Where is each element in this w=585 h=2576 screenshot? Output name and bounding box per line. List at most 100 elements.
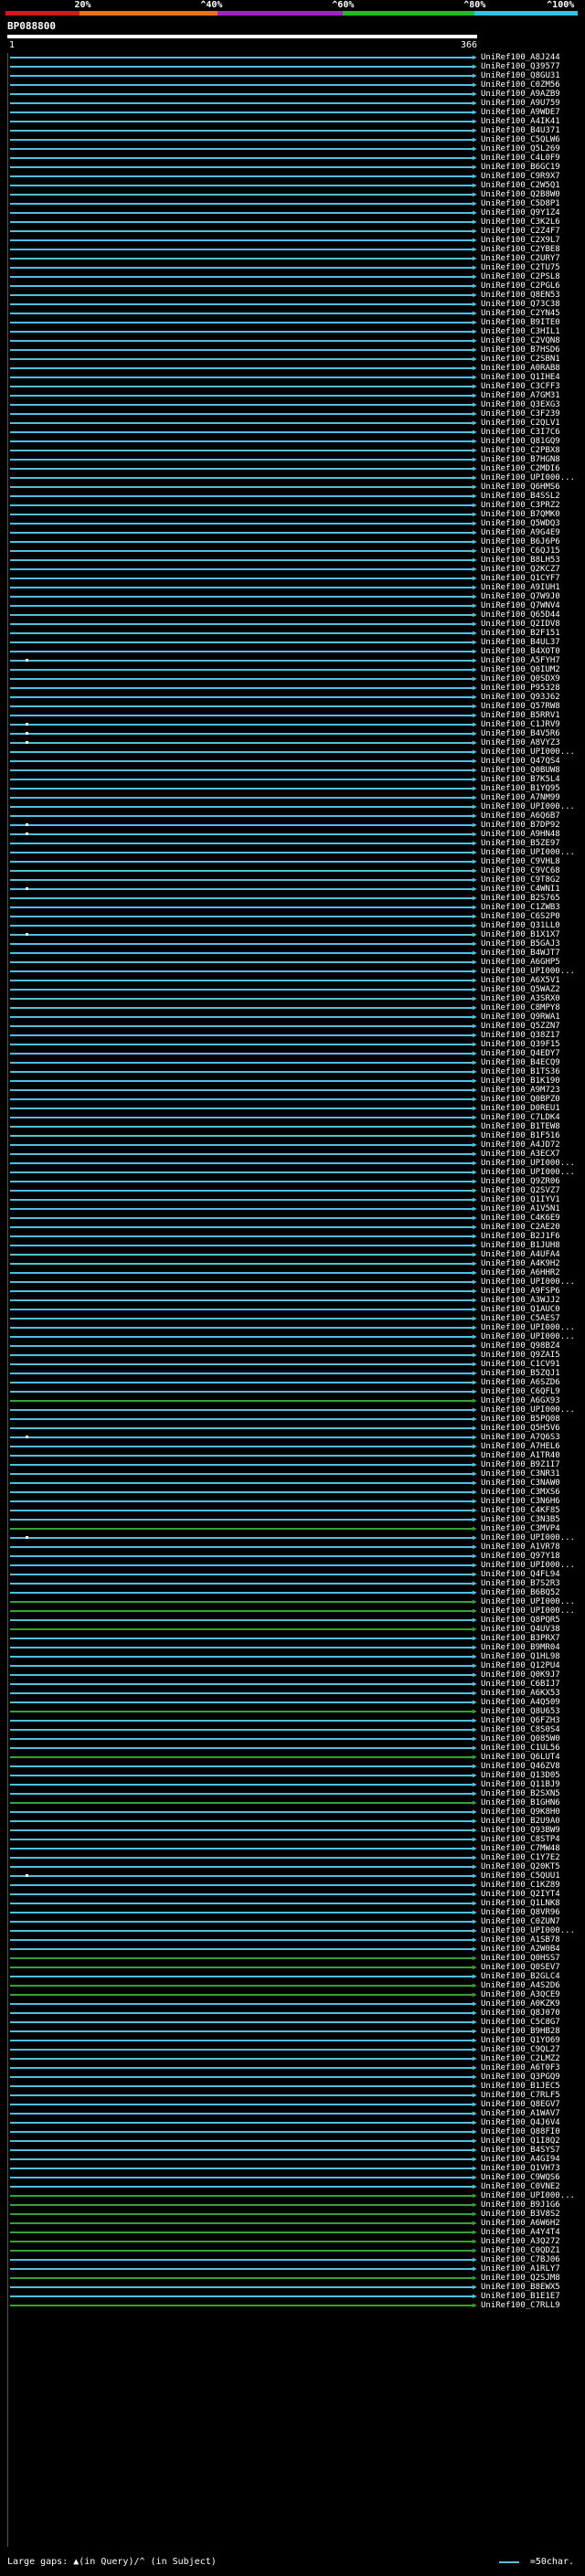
hit-label-link[interactable]: UniRef100_Q5WAZ2	[481, 985, 560, 994]
hit-label-link[interactable]: UniRef100_UPI000...	[481, 1168, 575, 1177]
hit-label-link[interactable]: UniRef100_C7RLF5	[481, 2091, 560, 2100]
hit-label-link[interactable]: UniRef100_B8EWX5	[481, 2283, 560, 2292]
hit-label-link[interactable]: UniRef100_C3HIL1	[481, 327, 560, 336]
hit-row[interactable]: ▶ UniRef100_Q1I8Q2	[0, 2136, 585, 2146]
hit-row[interactable]: ▶ UniRef100_C9WQS6	[0, 2173, 585, 2182]
hit-row[interactable]: ▶ UniRef100_B9J1G6	[0, 2200, 585, 2210]
hit-row[interactable]: ▶ UniRef100_C3I7C6	[0, 428, 585, 437]
hit-row[interactable]: ▶ UniRef100_Q0K9J7	[0, 1670, 585, 1680]
hit-label-link[interactable]: UniRef100_A9HN48	[481, 830, 560, 839]
hit-row[interactable]: ▶ UniRef100_Q2IDV8	[0, 620, 585, 629]
hit-label-link[interactable]: UniRef100_B6BQ52	[481, 1588, 560, 1597]
hit-row[interactable]: ▶ UniRef100_B5PQ08	[0, 1415, 585, 1424]
hit-label-link[interactable]: UniRef100_Q1VH73	[481, 2164, 560, 2173]
hit-row[interactable]: ▶ UniRef100_Q0HSS7	[0, 1954, 585, 1963]
hit-row[interactable]: ▶ UniRef100_Q39577	[0, 62, 585, 71]
hit-label-link[interactable]: UniRef100_C2YBE8	[481, 245, 560, 254]
hit-label-link[interactable]: UniRef100_C4L0F9	[481, 154, 560, 163]
hit-row[interactable]: ▶ UniRef100_A7GM31	[0, 391, 585, 400]
hit-label-link[interactable]: UniRef100_Q81GQ9	[481, 437, 560, 446]
hit-label-link[interactable]: UniRef100_A4JD72	[481, 1140, 560, 1150]
hit-row[interactable]: ▶ UniRef100_Q5WDQ3	[0, 519, 585, 528]
hit-row[interactable]: ▶ UniRef100_A1RLY7	[0, 2264, 585, 2274]
hit-label-link[interactable]: UniRef100_C4WNI1	[481, 885, 560, 894]
hit-row[interactable]: ▶ UniRef100_Q2IYT4	[0, 1890, 585, 1899]
hit-label-link[interactable]: UniRef100_Q1HL98	[481, 1652, 560, 1661]
hit-label-link[interactable]: UniRef100_C3PRZ2	[481, 501, 560, 510]
hit-row[interactable]: ▶ UniRef100_C7RLL9	[0, 2301, 585, 2310]
hit-row[interactable]: ▶ UniRef100_A9IUH1	[0, 583, 585, 592]
hit-label-link[interactable]: UniRef100_C3N6H6	[481, 1497, 560, 1506]
hit-row[interactable]: ▶ UniRef100_B7HGN8	[0, 455, 585, 464]
hit-label-link[interactable]: UniRef100_Q2B8W0	[481, 190, 560, 199]
hit-row[interactable]: ▶ UniRef100_C2YN45	[0, 309, 585, 318]
hit-row[interactable]: ▶ UniRef100_B6GC19	[0, 163, 585, 172]
hit-label-link[interactable]: UniRef100_B5PQ08	[481, 1415, 560, 1424]
hit-label-link[interactable]: UniRef100_B4ECQ9	[481, 1058, 560, 1067]
hit-label-link[interactable]: UniRef100_Q3PGQ9	[481, 2072, 560, 2082]
hit-row[interactable]: ▶ UniRef100_C6S2P0	[0, 912, 585, 921]
hit-row[interactable]: ▶ UniRef100_A9U759	[0, 99, 585, 108]
hit-row[interactable]: ▶ UniRef100_B7HSD6	[0, 345, 585, 355]
hit-label-link[interactable]: UniRef100_Q47QS4	[481, 757, 560, 766]
hit-label-link[interactable]: UniRef100_B2SXN5	[481, 1789, 560, 1798]
hit-row[interactable]: ▶ UniRef100_Q1AUC0	[0, 1305, 585, 1314]
hit-row[interactable]: ▶ UniRef100_UPI000...	[0, 747, 585, 757]
hit-row[interactable]: ▶ UniRef100_A6X5V1	[0, 976, 585, 985]
hit-label-link[interactable]: UniRef100_A3WJJ2	[481, 1296, 560, 1305]
hit-row[interactable]: ▶ UniRef100_C3CFF3	[0, 382, 585, 391]
hit-label-link[interactable]: UniRef100_C3MVP4	[481, 1524, 560, 1533]
hit-row[interactable]: ▶ UniRef100_A4IK41	[0, 117, 585, 126]
hit-row[interactable]: ▶ UniRef100_Q9ZAI5	[0, 1351, 585, 1360]
hit-label-link[interactable]: UniRef100_Q9ZAI5	[481, 1351, 560, 1360]
hit-row[interactable]: ▶ UniRef100_Q13D05	[0, 1771, 585, 1780]
hit-label-link[interactable]: UniRef100_Q8GU31	[481, 71, 560, 80]
hit-label-link[interactable]: UniRef100_B9J1G6	[481, 2200, 560, 2210]
hit-row[interactable]: ▶ UniRef100_Q3EXG3	[0, 400, 585, 409]
hit-row[interactable]: ▶ UniRef100_Q1VH73	[0, 2164, 585, 2173]
hit-row[interactable]: ▶ UniRef100_C2LMZ2	[0, 2054, 585, 2063]
hit-row[interactable]: ▶ UniRef100_B2F151	[0, 629, 585, 638]
hit-label-link[interactable]: UniRef100_B9HB28	[481, 2027, 560, 2036]
hit-row[interactable]: ▶ UniRef100_A4Q509	[0, 1698, 585, 1707]
hit-label-link[interactable]: UniRef100_UPI000...	[481, 1277, 575, 1287]
hit-label-link[interactable]: UniRef100_Q7W9J0	[481, 592, 560, 601]
hit-label-link[interactable]: UniRef100_B1JUH8	[481, 1241, 560, 1250]
hit-row[interactable]: ▶ UniRef100_B2SXN5	[0, 1789, 585, 1798]
hit-row[interactable]: ▶ UniRef100_C0VNE2	[0, 2182, 585, 2191]
hit-row[interactable]: ▶ UniRef100_C9VC68	[0, 866, 585, 875]
hit-label-link[interactable]: UniRef100_B4SSL2	[481, 492, 560, 501]
hit-row[interactable]: ▶ UniRef100_A6W6H2	[0, 2219, 585, 2228]
hit-row[interactable]: ▶ UniRef100_Q0SDX9	[0, 674, 585, 684]
hit-label-link[interactable]: UniRef100_UPI000...	[481, 1332, 575, 1341]
hit-row[interactable]: ▶ UniRef100_B1TEW8	[0, 1122, 585, 1131]
hit-label-link[interactable]: UniRef100_A6SZD6	[481, 1378, 560, 1387]
hit-label-link[interactable]: UniRef100_A9IUH1	[481, 583, 560, 592]
hit-label-link[interactable]: UniRef100_Q1IHE4	[481, 373, 560, 382]
hit-row[interactable]: ▶ UniRef100_Q4J6V4	[0, 2118, 585, 2127]
hit-row[interactable]: ▶ UniRef100_C5QLW6	[0, 135, 585, 144]
hit-label-link[interactable]: UniRef100_Q2IYT4	[481, 1890, 560, 1899]
hit-label-link[interactable]: UniRef100_C6QFL9	[481, 1387, 560, 1396]
hit-label-link[interactable]: UniRef100_UPI000...	[481, 473, 575, 482]
hit-row[interactable]: ▶ UniRef100_B2GLC4	[0, 1972, 585, 1981]
hit-label-link[interactable]: UniRef100_B1F516	[481, 1131, 560, 1140]
hit-label-link[interactable]: UniRef100_Q93J62	[481, 693, 560, 702]
hit-row[interactable]: ▶ UniRef100_C0QDZ1	[0, 2246, 585, 2255]
hit-row[interactable]: ▶ UniRef100_Q11BJ9	[0, 1780, 585, 1789]
hit-row[interactable]: ▶ UniRef100_B1E1E7	[0, 2292, 585, 2301]
hit-row[interactable]: ▶ UniRef100_B8LH53	[0, 556, 585, 565]
hit-row[interactable]: ▶ UniRef100_C2X9L7	[0, 236, 585, 245]
hit-label-link[interactable]: UniRef100_C3MXS6	[481, 1488, 560, 1497]
hit-row[interactable]: ▶ UniRef100_Q57RW8	[0, 702, 585, 711]
hit-row[interactable]: ▶ UniRef100_UPI000...	[0, 1168, 585, 1177]
hit-row[interactable]: ▶ UniRef100_Q88FI0	[0, 2127, 585, 2136]
hit-row[interactable]: ▶ UniRef100_UPI000...	[0, 967, 585, 976]
hit-row[interactable]: ▶ UniRef100_B7S2R3	[0, 1579, 585, 1588]
hit-row[interactable]: ▶ UniRef100_Q2B8W0	[0, 190, 585, 199]
hit-row[interactable]: ▶ UniRef100_Q20KT5	[0, 1862, 585, 1871]
hit-row[interactable]: ▶ UniRef100_C3MXS6	[0, 1488, 585, 1497]
hit-label-link[interactable]: UniRef100_A7GM31	[481, 391, 560, 400]
hit-label-link[interactable]: UniRef100_Q73C38	[481, 300, 560, 309]
hit-label-link[interactable]: UniRef100_Q8PQR5	[481, 1616, 560, 1625]
